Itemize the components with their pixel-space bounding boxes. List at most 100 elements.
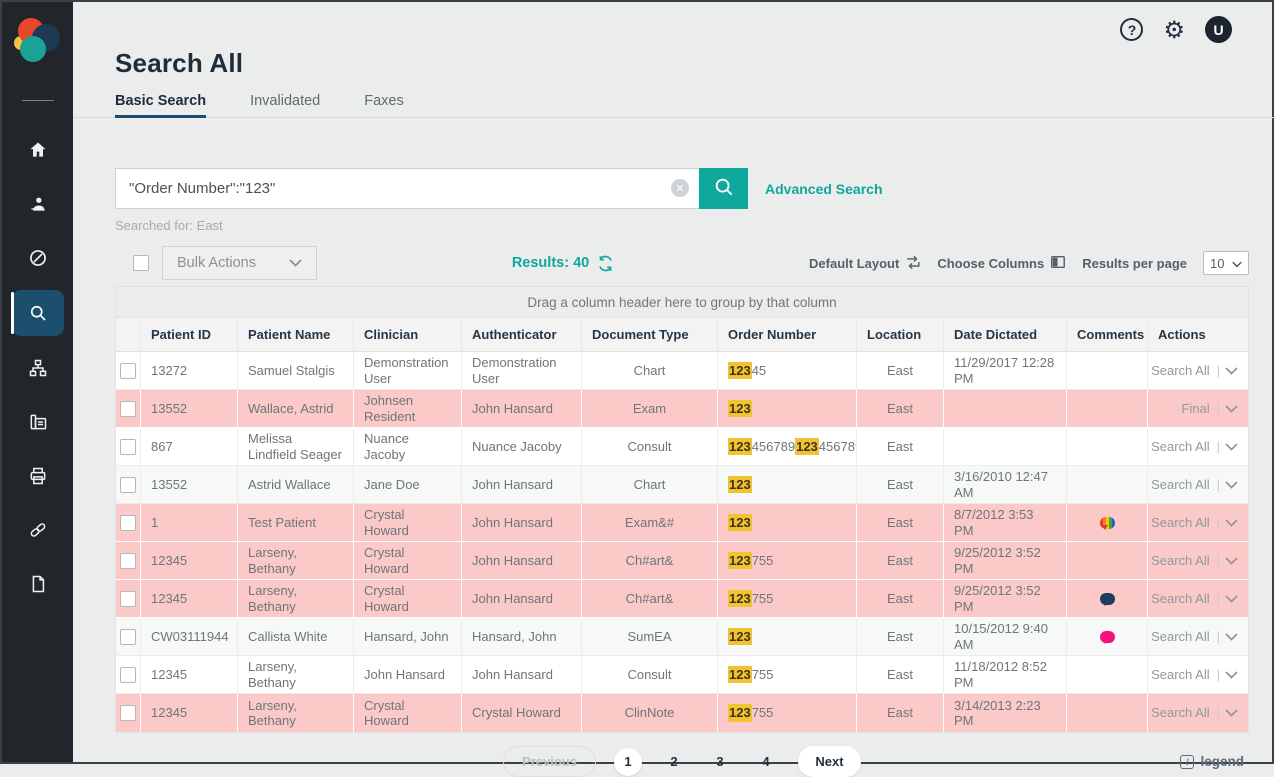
toolbar-right: Default Layout Choose Columns Results pe… bbox=[809, 251, 1249, 275]
cell-date-dictated: 3/14/2013 2:23 PM bbox=[944, 694, 1067, 732]
cell-patient-id: 13552 bbox=[141, 390, 238, 427]
column-header-patient-name[interactable]: Patient Name bbox=[238, 318, 354, 351]
sidebar-item-dashboard[interactable] bbox=[2, 231, 73, 285]
row-action-link[interactable]: Search All bbox=[1151, 705, 1210, 720]
row-actions-chevron-icon[interactable] bbox=[1225, 405, 1238, 413]
row-checkbox[interactable] bbox=[120, 705, 136, 721]
next-page-button[interactable]: Next bbox=[798, 746, 861, 777]
column-header-location[interactable]: Location bbox=[857, 318, 944, 351]
cell-order-number: 123456789123456789 bbox=[718, 428, 857, 465]
cell-date-dictated: 9/25/2012 3:52 PM bbox=[944, 542, 1067, 579]
cell-document-type: Exam bbox=[582, 390, 718, 427]
bulk-actions-select[interactable]: Bulk Actions bbox=[162, 246, 317, 280]
choose-columns-button[interactable]: Choose Columns bbox=[937, 254, 1066, 273]
row-actions-chevron-icon[interactable] bbox=[1225, 367, 1238, 375]
pagination: Previous 1 2 3 4 Next i legend bbox=[115, 746, 1249, 777]
previous-page-button[interactable]: Previous bbox=[503, 746, 596, 777]
search-icon bbox=[28, 303, 48, 323]
action-separator: | bbox=[1217, 591, 1220, 606]
info-icon: i bbox=[1180, 755, 1194, 769]
page-button-2[interactable]: 2 bbox=[660, 754, 688, 769]
legend-button[interactable]: i legend bbox=[1180, 754, 1244, 769]
cell-date-dictated bbox=[944, 390, 1067, 427]
page-button-3[interactable]: 3 bbox=[706, 754, 734, 769]
cell-actions: Search All | bbox=[1148, 656, 1248, 693]
cell-comments bbox=[1067, 428, 1148, 465]
column-header-clinician[interactable]: Clinician bbox=[354, 318, 462, 351]
row-actions-chevron-icon[interactable] bbox=[1225, 519, 1238, 527]
row-action-link[interactable]: Final bbox=[1181, 401, 1209, 416]
cell-document-type: ClinNote bbox=[582, 694, 718, 732]
search-input[interactable] bbox=[115, 168, 699, 209]
cell-actions: Search All | bbox=[1148, 466, 1248, 503]
column-header-order-number[interactable]: Order Number bbox=[718, 318, 857, 351]
row-checkbox[interactable] bbox=[120, 363, 136, 379]
row-action-link[interactable]: Search All bbox=[1151, 439, 1210, 454]
cell-location: East bbox=[857, 580, 944, 617]
cell-clinician: Crystal Howard bbox=[354, 504, 462, 541]
row-checkbox[interactable] bbox=[120, 629, 136, 645]
tab-basic-search[interactable]: Basic Search bbox=[115, 93, 206, 118]
row-action-link[interactable]: Search All bbox=[1151, 515, 1210, 530]
row-checkbox[interactable] bbox=[120, 477, 136, 493]
sidebar-item-print[interactable] bbox=[2, 449, 73, 503]
choose-columns-label: Choose Columns bbox=[937, 256, 1044, 271]
default-layout-button[interactable]: Default Layout bbox=[809, 254, 921, 273]
refresh-icon[interactable] bbox=[597, 255, 614, 272]
table-row: 13552 Astrid Wallace Jane Doe John Hansa… bbox=[116, 466, 1248, 504]
row-checkbox[interactable] bbox=[120, 553, 136, 569]
group-by-drop-zone[interactable]: Drag a column header here to group by th… bbox=[115, 286, 1249, 317]
cell-clinician: Nuance Jacoby bbox=[354, 428, 462, 465]
tab-faxes[interactable]: Faxes bbox=[364, 93, 404, 118]
column-header-date-dictated[interactable]: Date Dictated bbox=[944, 318, 1067, 351]
column-header-patient-id[interactable]: Patient ID bbox=[141, 318, 238, 351]
row-checkbox[interactable] bbox=[120, 439, 136, 455]
sidebar-item-home[interactable] bbox=[2, 123, 73, 177]
sidebar-item-patients[interactable] bbox=[2, 177, 73, 231]
row-checkbox[interactable] bbox=[120, 515, 136, 531]
clear-search-icon[interactable]: ✕ bbox=[671, 179, 689, 197]
cell-comments bbox=[1067, 618, 1148, 655]
sidebar-item-fax[interactable] bbox=[2, 395, 73, 449]
search-button[interactable] bbox=[699, 168, 748, 209]
column-header-comments[interactable]: Comments bbox=[1067, 318, 1148, 351]
table-body: 13272 Samuel Stalgis Demonstration User … bbox=[116, 352, 1248, 732]
navy-comment-bubble-icon[interactable] bbox=[1100, 593, 1115, 605]
select-all-checkbox[interactable] bbox=[133, 255, 149, 271]
cell-actions: Search All | bbox=[1148, 504, 1248, 541]
row-action-link[interactable]: Search All bbox=[1151, 591, 1210, 606]
help-icon[interactable]: ? bbox=[1120, 18, 1143, 41]
sidebar-item-links[interactable] bbox=[2, 503, 73, 557]
row-actions-chevron-icon[interactable] bbox=[1225, 709, 1238, 717]
sidebar-item-network[interactable] bbox=[2, 341, 73, 395]
tab-invalidated[interactable]: Invalidated bbox=[250, 93, 320, 118]
rainbow-comment-bubble-icon[interactable] bbox=[1100, 517, 1115, 529]
row-action-link[interactable]: Search All bbox=[1151, 477, 1210, 492]
row-actions-chevron-icon[interactable] bbox=[1225, 557, 1238, 565]
row-actions-chevron-icon[interactable] bbox=[1225, 633, 1238, 641]
row-actions-chevron-icon[interactable] bbox=[1225, 671, 1238, 679]
row-actions-chevron-icon[interactable] bbox=[1225, 595, 1238, 603]
column-header-authenticator[interactable]: Authenticator bbox=[462, 318, 582, 351]
row-checkbox[interactable] bbox=[120, 401, 136, 417]
row-action-link[interactable]: Search All bbox=[1151, 667, 1210, 682]
sidebar-item-search[interactable] bbox=[2, 285, 73, 341]
table-row: 12345 Larseny, Bethany Crystal Howard Jo… bbox=[116, 580, 1248, 618]
row-checkbox[interactable] bbox=[120, 667, 136, 683]
row-checkbox[interactable] bbox=[120, 591, 136, 607]
pink-comment-bubble-icon[interactable] bbox=[1100, 631, 1115, 643]
advanced-search-link[interactable]: Advanced Search bbox=[765, 181, 883, 197]
user-avatar[interactable]: U bbox=[1205, 16, 1232, 43]
settings-gear-icon[interactable]: ⚙ bbox=[1163, 18, 1185, 42]
results-per-page-select[interactable]: 10 bbox=[1203, 251, 1249, 275]
row-action-link[interactable]: Search All bbox=[1151, 553, 1210, 568]
sidebar-item-documents[interactable] bbox=[2, 557, 73, 611]
row-actions-chevron-icon[interactable] bbox=[1225, 443, 1238, 451]
row-actions-chevron-icon[interactable] bbox=[1225, 481, 1238, 489]
row-action-link[interactable]: Search All bbox=[1151, 363, 1210, 378]
page-button-4[interactable]: 4 bbox=[752, 754, 780, 769]
page-button-1[interactable]: 1 bbox=[614, 748, 642, 776]
row-action-link[interactable]: Search All bbox=[1151, 629, 1210, 644]
column-header-document-type[interactable]: Document Type bbox=[582, 318, 718, 351]
cell-authenticator: Hansard, John bbox=[462, 618, 582, 655]
